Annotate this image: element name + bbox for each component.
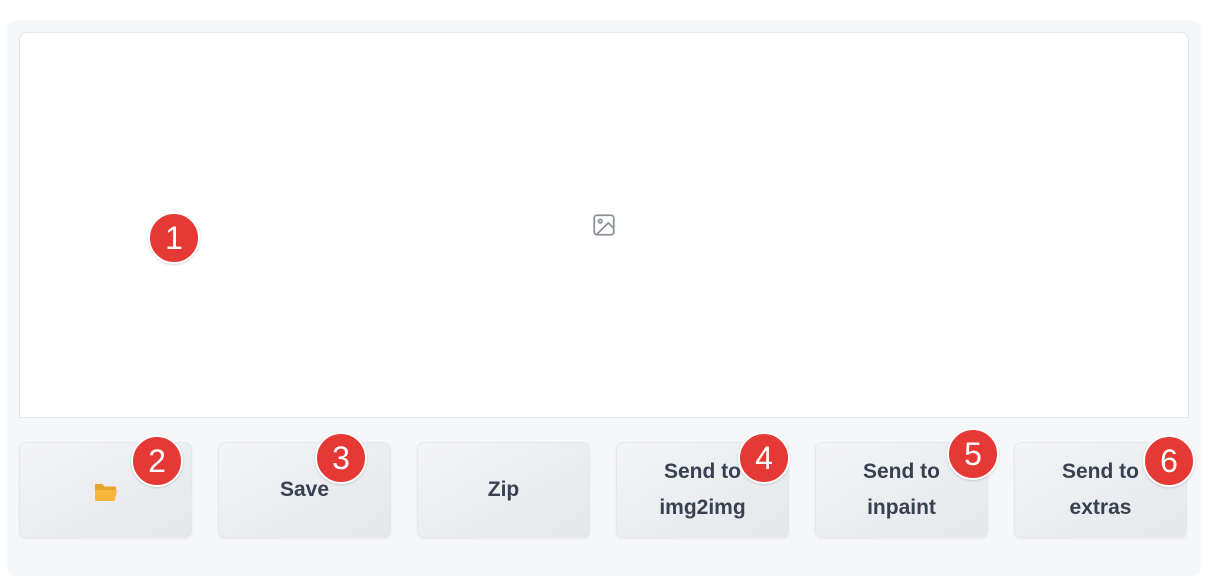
zip-button[interactable]: Zip [417,442,590,538]
annotation-badge-2: 2 [131,435,183,487]
folder-icon [94,484,117,501]
annotation-badge-3: 3 [315,432,367,484]
annotation-badge-1: 1 [148,212,200,264]
save-button-label: Save [279,478,330,501]
annotation-badge-4: 4 [738,432,790,484]
annotation-badge-6: 6 [1143,435,1195,487]
image-icon [593,214,615,236]
zip-button-label: Zip [487,478,520,501]
send-to-img2img-label: Send to img2img [659,460,746,519]
annotation-badge-5: 5 [947,428,999,480]
send-to-extras-label: Send to extras [1062,460,1139,519]
send-to-inpaint-label: Send to inpaint [863,460,940,519]
